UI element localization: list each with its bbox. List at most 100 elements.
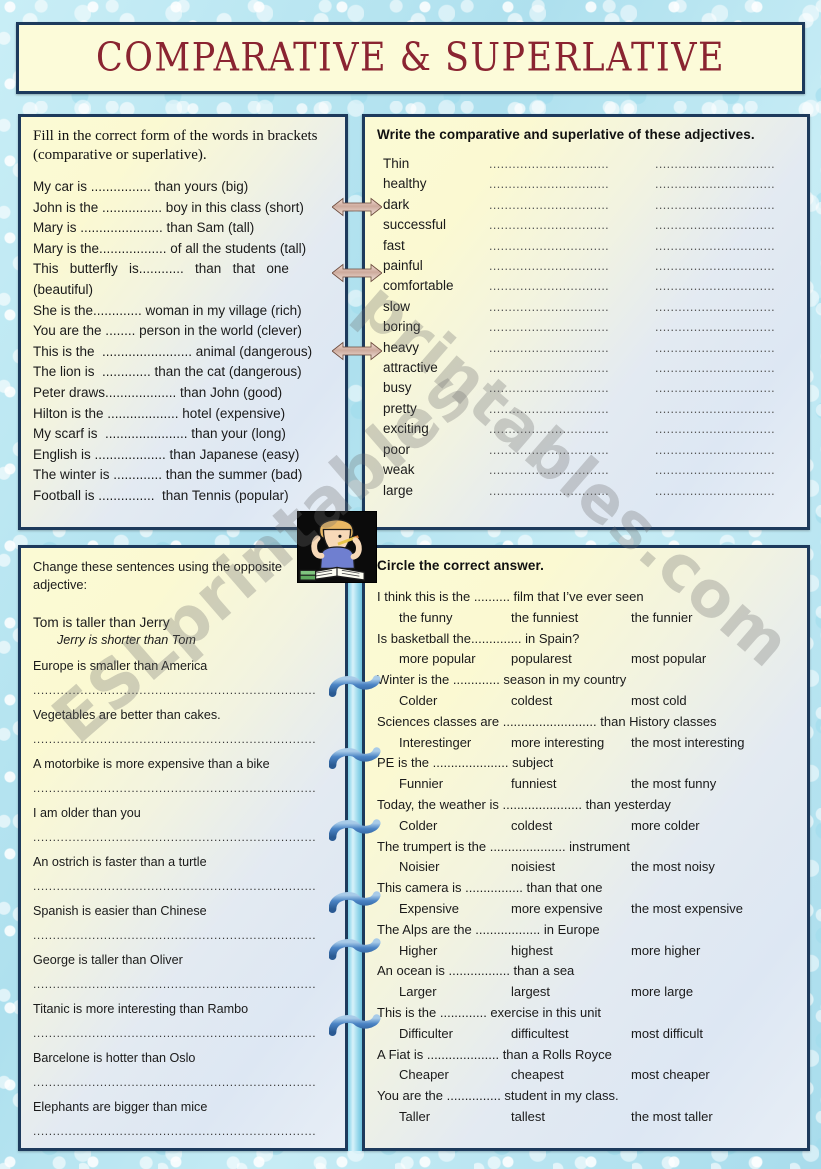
multiple-choice-option[interactable]: the most funny [631,774,716,795]
comparative-blank[interactable]: ............................... [489,358,637,378]
exercise-circle-heading: Circle the correct answer. [377,558,544,573]
comparative-blank[interactable]: ............................... [489,256,637,276]
opposite-sentence: Vegetables are better than cakes. [33,708,221,722]
multiple-choice-option[interactable]: coldest [511,691,631,712]
multiple-choice-option[interactable]: funniest [511,774,631,795]
multiple-choice-options: Interestinger more interesting the most in… [377,733,795,754]
superlative-blank[interactable]: ............................... [655,460,803,480]
multiple-choice-option[interactable]: Difficulter [399,1024,511,1045]
multiple-choice-option[interactable]: the funnier [631,608,692,629]
comparative-blank[interactable]: ............................... [489,276,637,296]
superlative-blank[interactable]: ............................... [655,297,803,317]
adjective-row: comfortable.............................… [377,276,795,296]
comparative-blank[interactable]: ............................... [489,297,637,317]
multiple-choice-option[interactable]: popularest [511,649,631,670]
multiple-choice-option[interactable]: most cheaper [631,1065,710,1086]
multiple-choice-option[interactable]: Colder [399,816,511,837]
comparative-blank[interactable]: ............................... [489,460,637,480]
superlative-blank[interactable]: ............................... [655,419,803,439]
multiple-choice-option[interactable]: more popular [399,649,511,670]
superlative-blank[interactable]: ............................... [655,358,803,378]
multiple-choice-option[interactable]: the most noisy [631,857,715,878]
fill-in-item: My scarf is ...................... than … [33,426,286,442]
comparative-blank[interactable]: ............................... [489,236,637,256]
multiple-choice-option[interactable]: Cheaper [399,1065,511,1086]
adjective-word: weak [383,462,415,478]
opposite-answer-blank[interactable]: ........................................… [33,927,333,943]
comparative-blank[interactable]: ............................... [489,419,637,439]
multiple-choice-option[interactable]: Larger [399,982,511,1003]
opposite-answer-blank[interactable]: ........................................… [33,731,333,747]
multiple-choice-option[interactable]: most popular [631,649,706,670]
multiple-choice-option[interactable]: Higher [399,941,511,962]
superlative-blank[interactable]: ............................... [655,399,803,419]
multiple-choice-options: Colder coldest more colder [377,816,795,837]
opposite-sentence: Titanic is more interesting than Rambo [33,1002,249,1016]
multiple-choice-option[interactable]: Colder [399,691,511,712]
comparative-blank[interactable]: ............................... [489,195,637,215]
opposite-items: Europe is smaller than America..........… [33,658,333,1148]
multiple-choice-option[interactable]: the most expensive [631,899,743,920]
comparative-blank[interactable]: ............................... [489,481,637,501]
multiple-choice-option[interactable]: coldest [511,816,631,837]
comparative-blank[interactable]: ............................... [489,338,637,358]
superlative-blank[interactable]: ............................... [655,276,803,296]
superlative-blank[interactable]: ............................... [655,236,803,256]
multiple-choice-option[interactable]: the funniest [511,608,631,629]
multiple-choice-option[interactable]: tallest [511,1107,631,1128]
comparative-blank[interactable]: ............................... [489,215,637,235]
multiple-choice-option[interactable]: Expensive [399,899,511,920]
multiple-choice-option[interactable]: cheapest [511,1065,631,1086]
opposite-answer-blank[interactable]: ........................................… [33,1074,333,1090]
exercise-fill-in-heading: Fill in the correct form of the words in… [33,128,318,163]
superlative-blank[interactable]: ............................... [655,338,803,358]
multiple-choice-option[interactable]: more expensive [511,899,631,920]
superlative-blank[interactable]: ............................... [655,440,803,460]
adjective-table: Thin....................................… [377,154,795,501]
opposite-answer-blank[interactable]: ........................................… [33,780,333,796]
comparative-blank[interactable]: ............................... [489,378,637,398]
multiple-choice-option[interactable]: more colder [631,816,700,837]
superlative-blank[interactable]: ............................... [655,317,803,337]
multiple-choice-option[interactable]: the most taller [631,1107,713,1128]
multiple-choice-option[interactable]: Noisier [399,857,511,878]
comparative-blank[interactable]: ............................... [489,154,637,174]
comparative-blank[interactable]: ............................... [489,317,637,337]
multiple-choice-option[interactable]: Interestinger [399,733,511,754]
multiple-choice-options: Funnier funniest the most funny [377,774,795,795]
multiple-choice-option[interactable]: Taller [399,1107,511,1128]
multiple-choice-option[interactable]: the funny [399,608,511,629]
opposite-answer-blank[interactable]: ........................................… [33,878,333,894]
multiple-choice-option[interactable]: largest [511,982,631,1003]
multiple-choice-option[interactable]: noisiest [511,857,631,878]
multiple-choice-option[interactable]: most difficult [631,1024,703,1045]
superlative-blank[interactable]: ............................... [655,481,803,501]
exercise-circle-panel: Circle the correct answer. I think this … [362,545,810,1151]
comparative-blank[interactable]: ............................... [489,440,637,460]
multiple-choice-option[interactable]: the most interesting [631,733,744,754]
opposite-answer-blank[interactable]: ........................................… [33,976,333,992]
superlative-blank[interactable]: ............................... [655,378,803,398]
comparative-blank[interactable]: ............................... [489,174,637,194]
multiple-choice-option[interactable]: Funnier [399,774,511,795]
superlative-blank[interactable]: ............................... [655,195,803,215]
multiple-choice-option[interactable]: difficultest [511,1024,631,1045]
multiple-choice-option[interactable]: highest [511,941,631,962]
opposite-answer-blank[interactable]: ........................................… [33,1025,333,1041]
opposite-sentence: I am older than you [33,806,141,820]
superlative-blank[interactable]: ............................... [655,215,803,235]
opposite-answer-blank[interactable]: ........................................… [33,829,333,845]
multiple-choice-option[interactable]: more higher [631,941,700,962]
multiple-choice-option[interactable]: most cold [631,691,687,712]
worksheet-title-banner: COMPARATIVE & SUPERLATIVE [16,22,805,94]
opposite-answer-blank[interactable]: ........................................… [33,1123,333,1139]
adjective-row: large...................................… [377,481,795,501]
opposite-answer-blank[interactable]: ........................................… [33,682,333,698]
multiple-choice-option[interactable]: more large [631,982,693,1003]
multiple-choice-option[interactable]: more interesting [511,733,631,754]
opposite-sentence: Elephants are bigger than mice [33,1100,208,1114]
superlative-blank[interactable]: ............................... [655,174,803,194]
superlative-blank[interactable]: ............................... [655,256,803,276]
comparative-blank[interactable]: ............................... [489,399,637,419]
superlative-blank[interactable]: ............................... [655,154,803,174]
